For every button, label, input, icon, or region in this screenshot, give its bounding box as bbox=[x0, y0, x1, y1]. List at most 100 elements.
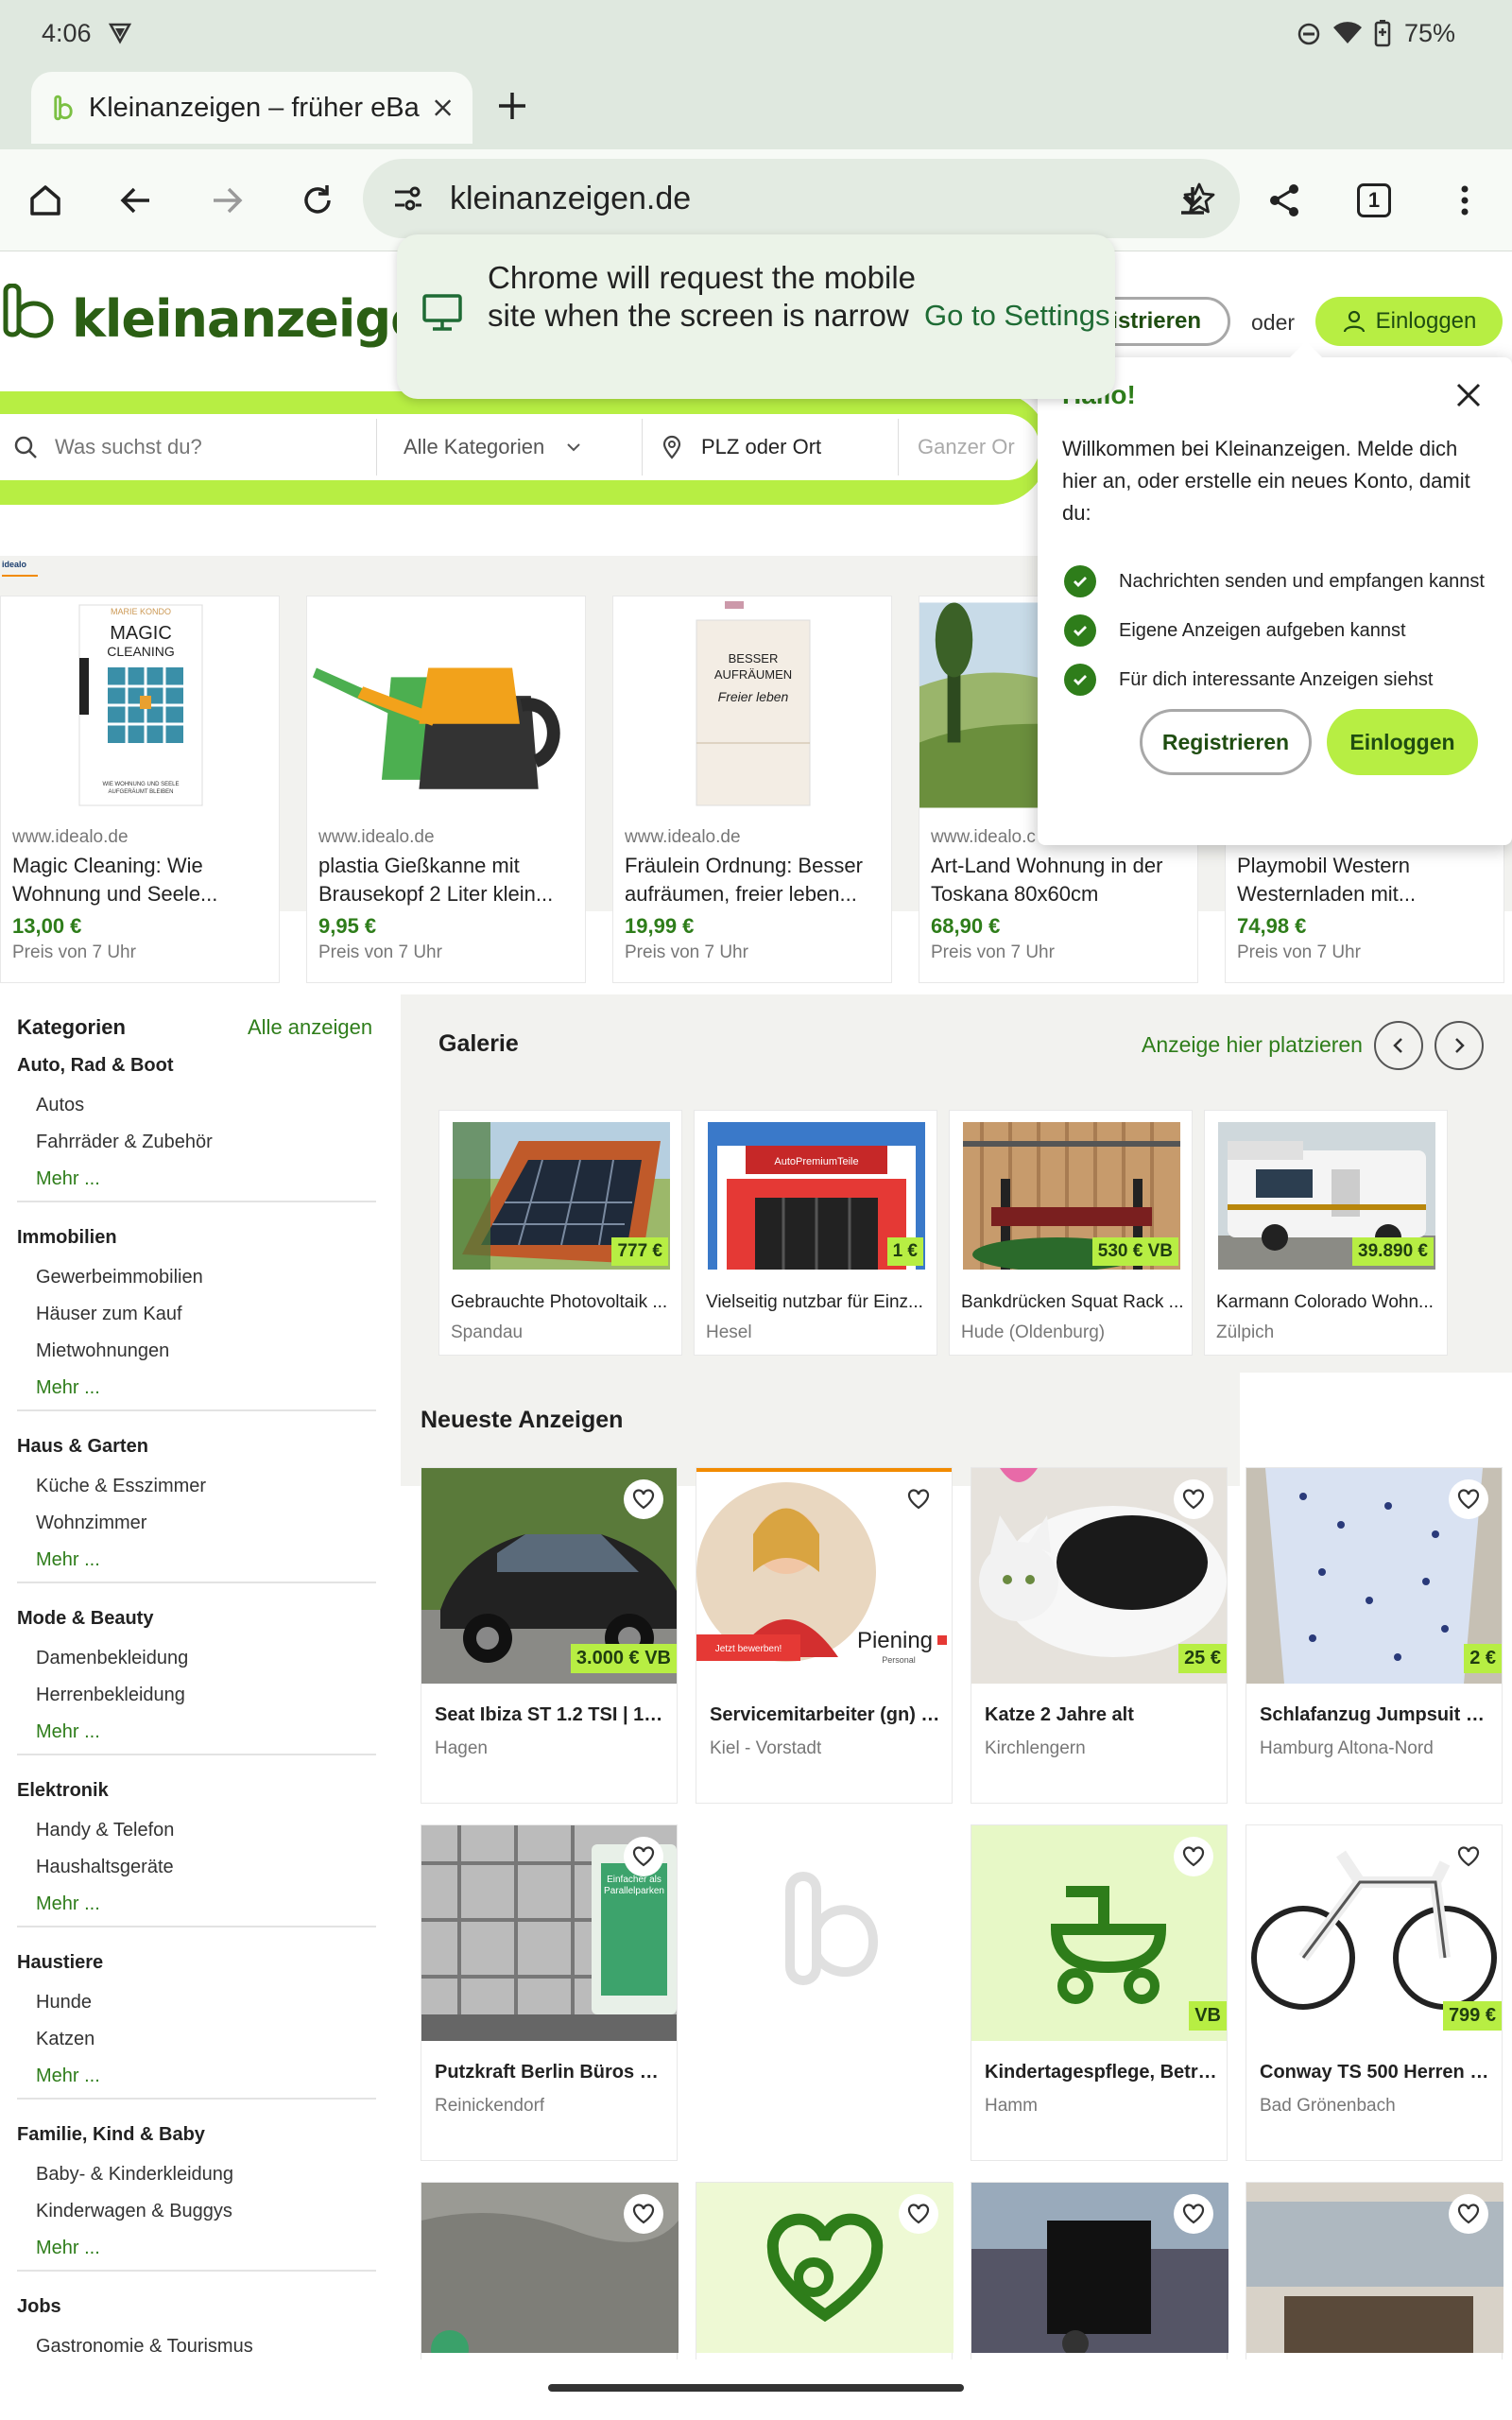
category-link[interactable]: Damenbekleidung bbox=[36, 1648, 188, 1669]
gallery-card[interactable]: 530 € VB Bankdrücken Squat Rack ... Hude (… bbox=[949, 1110, 1193, 1356]
place-ad-link[interactable]: Anzeige hier platzieren bbox=[1142, 1032, 1363, 1058]
reload-button[interactable] bbox=[284, 166, 352, 234]
gallery-card[interactable]: 777 € Gebrauchte Photovoltaik ... Spandau bbox=[438, 1110, 682, 1356]
category-more-link[interactable]: Mehr ... bbox=[36, 2238, 100, 2259]
latest-card[interactable] bbox=[696, 2182, 954, 2360]
category-more-link[interactable]: Mehr ... bbox=[36, 1721, 100, 1743]
category-link[interactable]: Haushaltsgeräte bbox=[36, 1857, 174, 1878]
gallery-prev-button[interactable] bbox=[1374, 1021, 1423, 1070]
close-tab-icon[interactable] bbox=[432, 96, 454, 119]
category-divider bbox=[17, 2098, 376, 2100]
back-button[interactable] bbox=[102, 166, 170, 234]
latest-card[interactable]: VB Kindertagespflege, Betreu... Hamm bbox=[971, 1824, 1228, 2161]
favorite-button[interactable] bbox=[624, 2194, 663, 2234]
forward-button[interactable] bbox=[193, 166, 261, 234]
latest-title: Neueste Anzeigen bbox=[421, 1407, 624, 1433]
latest-card[interactable]: Jetzt bewerben! Piening Personal Servicemit… bbox=[696, 1467, 953, 1804]
login-button[interactable]: Einloggen bbox=[1315, 297, 1503, 346]
radius-select[interactable]: Ganzer Or bbox=[918, 435, 1015, 459]
favorite-button[interactable] bbox=[1449, 2194, 1488, 2234]
categories-show-all-link[interactable]: Alle anzeigen bbox=[248, 1015, 372, 1040]
favorite-button[interactable] bbox=[1174, 1837, 1213, 1876]
favorite-button[interactable] bbox=[1449, 1837, 1488, 1876]
category-title[interactable]: Jobs bbox=[17, 2296, 61, 2318]
gesture-handle[interactable] bbox=[548, 2384, 964, 2392]
category-link[interactable]: Gastronomie & Tourismus bbox=[36, 2336, 253, 2358]
listing-location: Bad Grönenbach bbox=[1260, 2096, 1396, 2116]
latest-card[interactable]: 600 € VB bbox=[1246, 2182, 1503, 2360]
latest-card[interactable]: 3.000 € VB Seat Ibiza ST 1.2 TSI | 10... H… bbox=[421, 1467, 678, 1804]
category-title[interactable]: Haus & Garten bbox=[17, 1436, 148, 1458]
gallery-card[interactable]: AutoPremiumTeile 1 € Vielseitig nutzbar fü… bbox=[694, 1110, 937, 1356]
heart-icon bbox=[1457, 1489, 1480, 1510]
listing-image bbox=[696, 1824, 953, 2040]
tab-switcher-button[interactable]: 1 bbox=[1340, 166, 1408, 234]
latest-card[interactable]: 799 € Conway TS 500 Herren Mi... Bad Gröne… bbox=[1246, 1824, 1503, 2161]
latest-card[interactable]: 2 € Schlafanzug Jumpsuit Gr.... Hamburg Al… bbox=[1246, 1467, 1503, 1804]
product-price: 74,98 € bbox=[1237, 914, 1307, 938]
category-link[interactable]: Herrenbekleidung bbox=[36, 1685, 185, 1706]
category-more-link[interactable]: Mehr ... bbox=[36, 1168, 100, 1190]
category-link[interactable]: Mietwohnungen bbox=[36, 1340, 169, 1362]
category-title[interactable]: Elektronik bbox=[17, 1780, 109, 1802]
favorite-button[interactable] bbox=[899, 2194, 938, 2234]
latest-card[interactable]: Einfacher als Parallelparken Putzkraft Ber… bbox=[421, 1824, 678, 2161]
gallery-next-button[interactable] bbox=[1435, 1021, 1484, 1070]
category-link[interactable]: Gewerbeimmobilien bbox=[36, 1267, 203, 1288]
new-tab-icon[interactable] bbox=[495, 89, 529, 123]
sponsored-card[interactable]: BESSER AUFRÄUMEN Freier leben www.idealo.de… bbox=[612, 596, 892, 983]
address-bar[interactable]: kleinanzeigen.de bbox=[363, 159, 1240, 238]
category-more-link[interactable]: Mehr ... bbox=[36, 1377, 100, 1399]
latest-card[interactable]: 22 € bbox=[421, 2182, 679, 2360]
favorite-button[interactable] bbox=[1174, 2194, 1213, 2234]
popup-register-button[interactable]: Registrieren bbox=[1140, 709, 1312, 775]
favorite-button[interactable] bbox=[1449, 1479, 1488, 1519]
gallery-card[interactable]: 39.890 € Karmann Colorado Wohn... Zülpich bbox=[1204, 1110, 1448, 1356]
category-title[interactable]: Familie, Kind & Baby bbox=[17, 2124, 205, 2146]
category-link[interactable]: Hunde bbox=[36, 1992, 92, 2014]
category-more-link[interactable]: Mehr ... bbox=[36, 1893, 100, 1915]
download-button[interactable] bbox=[1159, 166, 1227, 234]
sponsored-card[interactable]: www.idealo.de plastia Gießkanne mit Brause… bbox=[306, 596, 586, 983]
category-link[interactable]: Wohnzimmer bbox=[36, 1512, 146, 1534]
menu-button[interactable] bbox=[1431, 166, 1499, 234]
category-link[interactable]: Häuser zum Kauf bbox=[36, 1304, 182, 1325]
sponsored-card[interactable]: MARIE KONDO MAGIC CLEANING WIE WOHNUNG UND … bbox=[0, 596, 280, 983]
favorite-button[interactable] bbox=[624, 1479, 663, 1519]
share-button[interactable] bbox=[1250, 166, 1318, 234]
category-more-link[interactable]: Mehr ... bbox=[36, 2066, 100, 2087]
latest-card[interactable]: 25 € Katze 2 Jahre alt Kirchlengern bbox=[971, 1467, 1228, 1804]
favorite-button[interactable] bbox=[899, 1479, 938, 1519]
category-link[interactable]: Autos bbox=[36, 1095, 84, 1116]
category-link[interactable]: Katzen bbox=[36, 2029, 94, 2050]
category-title[interactable]: Mode & Beauty bbox=[17, 1608, 153, 1630]
category-title[interactable]: Immobilien bbox=[17, 1227, 117, 1249]
check-circle-icon bbox=[1064, 614, 1096, 647]
browser-tab[interactable]: Kleinanzeigen – früher eBa bbox=[31, 72, 472, 144]
category-title[interactable]: Haustiere bbox=[17, 1952, 103, 1974]
category-link[interactable]: Baby- & Kinderkleidung bbox=[36, 2164, 233, 2186]
listing-location: Hagen bbox=[435, 1738, 488, 1758]
category-title[interactable]: Auto, Rad & Boot bbox=[17, 1055, 174, 1077]
favorite-button[interactable] bbox=[1174, 1479, 1213, 1519]
latest-card[interactable]: 500 € VB bbox=[971, 2182, 1228, 2360]
location-input[interactable]: PLZ oder Ort bbox=[643, 419, 898, 475]
price-tag: 25 € bbox=[1178, 1644, 1227, 1673]
site-settings-icon[interactable] bbox=[391, 182, 425, 216]
benefit-item: Nachrichten senden und empfangen kannst bbox=[1119, 571, 1485, 592]
category-link[interactable]: Handy & Telefon bbox=[36, 1820, 174, 1841]
popup-login-button[interactable]: Einloggen bbox=[1327, 709, 1478, 775]
category-link[interactable]: Kinderwagen & Buggys bbox=[36, 2201, 232, 2222]
category-link[interactable]: Fahrräder & Zubehör bbox=[36, 1132, 213, 1153]
close-icon[interactable] bbox=[1453, 380, 1484, 410]
favorite-button[interactable] bbox=[624, 1837, 663, 1876]
svg-text:BESSER: BESSER bbox=[729, 651, 779, 666]
product-source: www.idealo.c bbox=[931, 827, 1036, 847]
category-more-link[interactable]: Mehr ... bbox=[36, 1549, 100, 1571]
search-input[interactable] bbox=[55, 435, 376, 459]
category-link[interactable]: Küche & Esszimmer bbox=[36, 1476, 206, 1497]
category-select[interactable]: Alle Kategorien bbox=[377, 419, 642, 475]
latest-card[interactable] bbox=[696, 1824, 953, 2161]
home-button[interactable] bbox=[11, 166, 79, 234]
go-to-settings-button[interactable]: Go to Settings bbox=[924, 299, 1109, 333]
